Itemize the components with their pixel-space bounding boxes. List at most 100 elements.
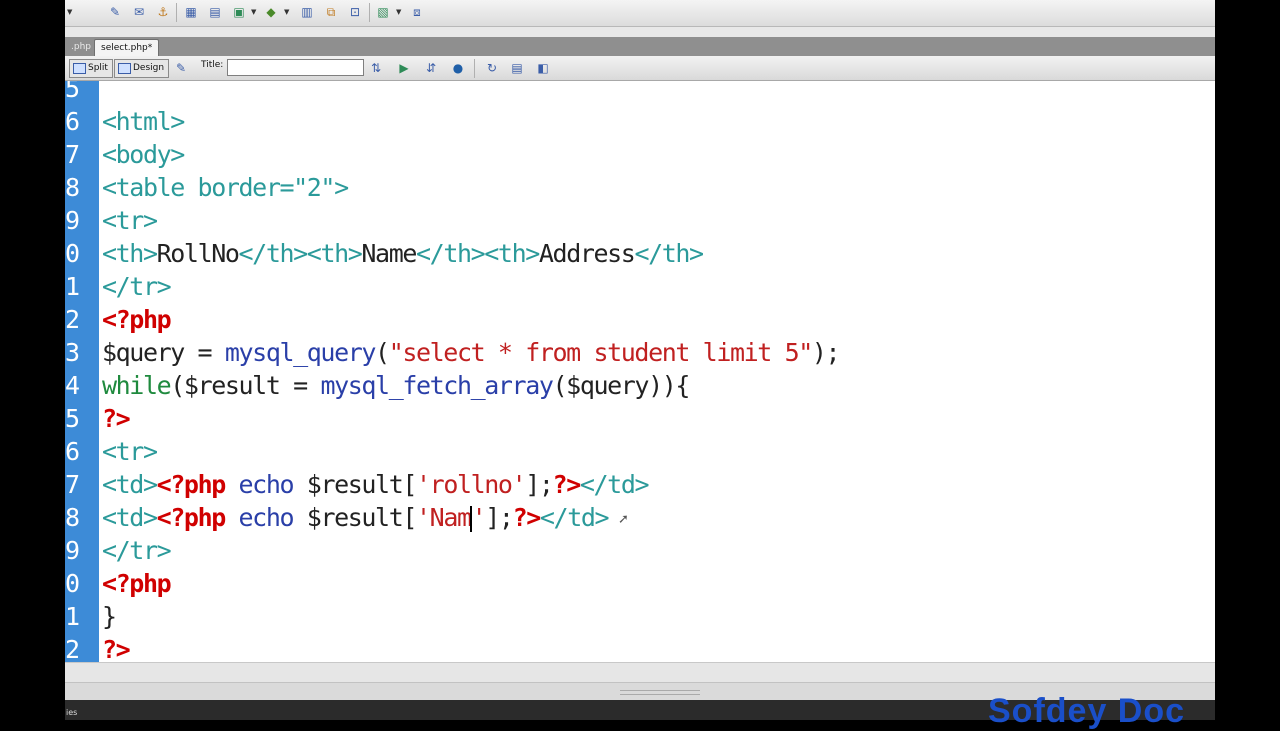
toolbar-divider — [176, 3, 177, 22]
toolbar-divider — [474, 59, 475, 78]
panel-resize-handle[interactable] — [620, 690, 700, 695]
line-number: 1 — [65, 272, 81, 301]
visual-aids-icon[interactable]: ◧ — [535, 60, 551, 76]
code-token: <td> — [102, 470, 158, 499]
watermark-logo: Sofdey Doc — [988, 692, 1186, 730]
code-token: echo — [224, 503, 307, 532]
tag-chooser-icon[interactable]: ⧈ — [409, 4, 425, 20]
preview-browser-icon[interactable]: ▶ — [396, 60, 412, 76]
code-token: } — [102, 602, 117, 631]
dropdown-arrow-icon[interactable]: ▼ — [67, 8, 72, 16]
email-link-icon[interactable]: ✉ — [131, 4, 147, 20]
image-icon[interactable]: ▣ — [231, 4, 247, 20]
media-dropdown-icon[interactable]: ▼ — [284, 8, 289, 16]
line-code: <tr> — [102, 435, 158, 468]
line-code: <tr> — [102, 204, 158, 237]
line-number: 8 — [65, 503, 81, 532]
table-icon[interactable]: ▦ — [183, 4, 199, 20]
templates-icon[interactable]: ▧ — [375, 4, 391, 20]
server-include-icon[interactable]: ⧉ — [323, 4, 339, 20]
comment-icon[interactable]: ⊡ — [347, 4, 363, 20]
line-code: ?> — [102, 633, 131, 662]
title-input[interactable] — [227, 59, 364, 76]
code-token: while — [102, 371, 172, 400]
hyperlink-icon[interactable]: ✎ — [107, 4, 123, 20]
line-number: 8 — [65, 173, 81, 202]
line-code: } — [102, 600, 117, 633]
design-view-button[interactable]: Design — [114, 59, 170, 78]
toolbar-spacer — [65, 27, 1215, 37]
line-number: 5 — [65, 404, 81, 433]
line-code: while($result = mysql_fetch_array($query… — [102, 369, 691, 402]
date-icon[interactable]: ▥ — [299, 4, 315, 20]
named-anchor-icon[interactable]: ⚓ — [155, 4, 171, 20]
line-code: <th>RollNo</th><th>Name</th><th>Address<… — [102, 237, 704, 270]
code-token: ( — [375, 338, 390, 367]
line-code: <table border="2"> — [102, 171, 349, 204]
line-number: 2 — [65, 305, 81, 334]
check-page-icon[interactable]: ⇵ — [423, 60, 439, 76]
code-token: ]; — [485, 503, 514, 532]
code-token: <th> — [102, 239, 158, 268]
code-token: 'rollno' — [416, 470, 527, 499]
code-token: <table border="2"> — [102, 173, 349, 202]
code-token: <?php — [102, 569, 172, 598]
validate-markup-icon[interactable]: ● — [450, 60, 466, 76]
code-token: <body> — [102, 140, 185, 169]
tab-select-php[interactable]: select.php* — [94, 39, 160, 57]
code-token: Address — [538, 239, 636, 268]
code-token: </th><th> — [416, 239, 540, 268]
file-management-icon[interactable]: ⇅ — [368, 60, 384, 76]
properties-panel-header — [65, 662, 1215, 683]
design-view-icon — [118, 63, 131, 74]
code-token: $result[ — [306, 503, 418, 532]
line-number: 9 — [65, 206, 81, 235]
media-icon[interactable]: ◆ — [263, 4, 279, 20]
line-number: 9 — [65, 536, 81, 565]
code-token: <?php — [156, 470, 227, 499]
code-token: ?> — [102, 635, 131, 662]
div-icon[interactable]: ▤ — [207, 4, 223, 20]
code-token: </td> — [539, 503, 610, 532]
code-token: </td> — [579, 470, 650, 499]
code-token: ($query)){ — [552, 371, 691, 400]
view-options-icon[interactable]: ▤ — [509, 60, 525, 76]
code-token: </th> — [634, 239, 704, 268]
code-token: <?php — [156, 503, 227, 532]
line-number: 1 — [65, 602, 81, 631]
line-number: 2 — [65, 635, 81, 662]
templates-dropdown-icon[interactable]: ▼ — [396, 8, 401, 16]
code-editor[interactable]: 5 6 <html> 7 <body> 8 <table border="2"> 9 <tr> 0… — [65, 81, 1215, 662]
code-token: RollNo — [156, 239, 240, 268]
code-token: echo — [224, 470, 307, 499]
live-view-icon[interactable]: ✎ — [173, 60, 189, 76]
code-token: ); — [811, 338, 841, 367]
code-token: <td> — [102, 503, 158, 532]
code-token: <html> — [102, 107, 185, 136]
line-code: $query = mysql_query("select * from stud… — [102, 336, 841, 369]
line-code: <?php — [102, 303, 172, 336]
code-token: </th><th> — [238, 239, 363, 268]
line-number: 6 — [65, 437, 81, 466]
code-token: <tr> — [102, 206, 158, 235]
code-token: mysql_query — [224, 338, 377, 367]
line-number: 3 — [65, 338, 81, 367]
document-toolbar: Split Design ✎ Title: ⇅ ▶ ⇵ ● ↻ ▤ ◧ — [65, 56, 1215, 81]
split-view-label: Split — [88, 63, 108, 73]
line-number: 7 — [65, 470, 81, 499]
toolbar-divider — [369, 3, 370, 22]
insert-toolbar: ▼ ✎ ✉ ⚓ ▦ ▤ ▣ ▼ ◆ ▼ ▥ ⧉ ⊡ ▧ ▼ ⧈ — [65, 0, 1215, 27]
tab-previous-document[interactable]: .php — [65, 39, 97, 56]
code-token: $query = — [102, 338, 225, 367]
refresh-icon[interactable]: ↻ — [484, 60, 500, 76]
line-code: ?> — [102, 402, 131, 435]
code-token: ?> — [552, 470, 582, 499]
split-view-button[interactable]: Split — [69, 59, 113, 78]
image-dropdown-icon[interactable]: ▼ — [251, 8, 256, 16]
status-text: ies — [66, 708, 78, 717]
code-token: ]; — [525, 470, 554, 499]
line-code: <td><?php echo $result['rollno'];?></td> — [102, 468, 650, 501]
line-number: 0 — [65, 239, 81, 268]
code-token: </tr> — [102, 272, 172, 301]
line-code: <html> — [102, 105, 185, 138]
